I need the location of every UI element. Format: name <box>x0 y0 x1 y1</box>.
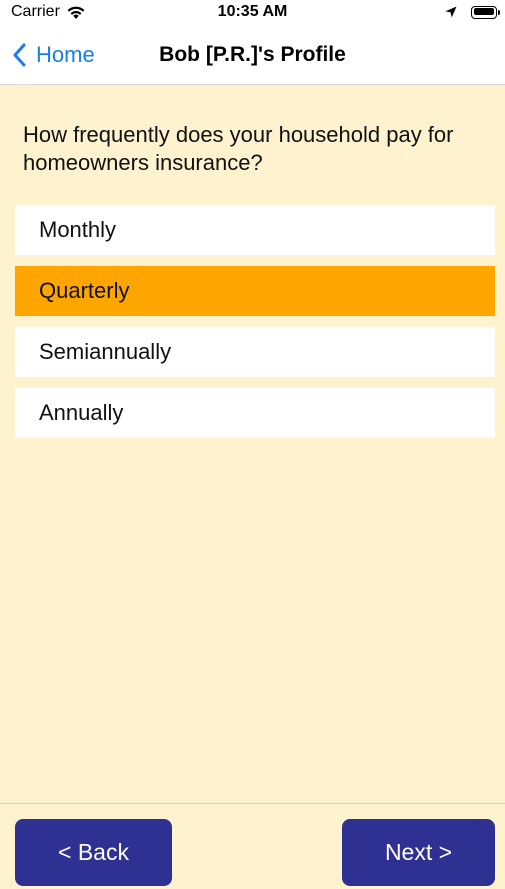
answer-options: Monthly Quarterly Semiannually Annually <box>15 205 495 449</box>
location-arrow-icon <box>445 6 457 18</box>
option-annually[interactable]: Annually <box>15 388 495 438</box>
next-button[interactable]: Next > <box>342 819 495 886</box>
question-text: How frequently does your household pay f… <box>23 122 454 175</box>
battery-icon <box>471 5 500 19</box>
option-quarterly[interactable]: Quarterly <box>15 266 495 316</box>
option-label: Annually <box>39 400 124 425</box>
back-button[interactable]: < Back <box>15 819 172 886</box>
option-label: Semiannually <box>39 339 172 364</box>
status-indicators <box>445 3 500 21</box>
status-time: 10:35 AM <box>217 3 288 20</box>
page-title: Bob [P.R.]'s Profile <box>159 43 346 66</box>
navigation-bar: Home Bob [P.R.]'s Profile <box>0 26 505 85</box>
option-monthly[interactable]: Monthly <box>15 205 495 255</box>
option-label: Monthly <box>39 217 117 242</box>
option-label: Quarterly <box>39 278 130 303</box>
option-semiannually[interactable]: Semiannually <box>15 327 495 377</box>
status-bar: Carrier 10:35 AM <box>0 0 505 26</box>
footer-divider <box>0 803 505 804</box>
